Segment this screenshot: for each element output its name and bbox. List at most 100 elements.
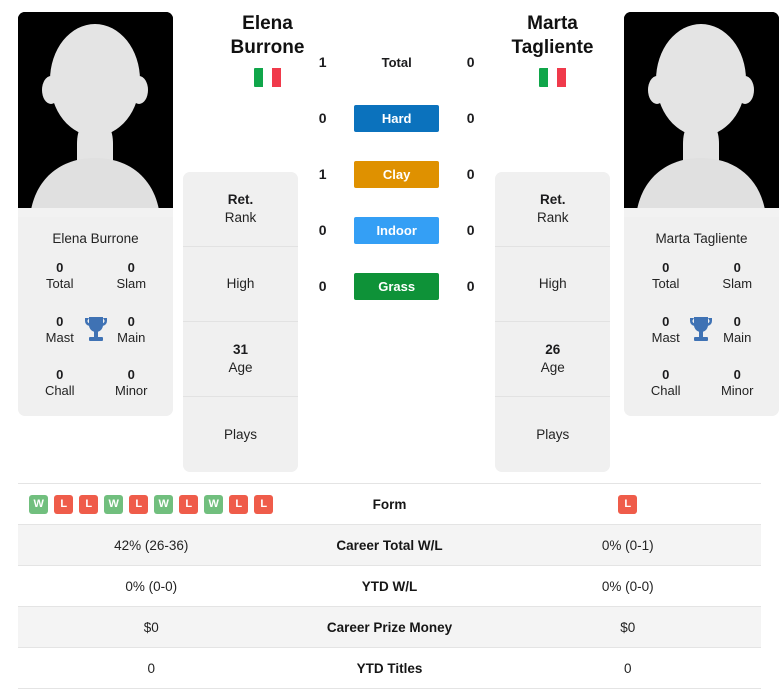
info-high-right: High [495,247,611,322]
form-badges-left: WLLWLWLWLL [18,494,285,514]
avatar-left [18,12,173,217]
info-rank-right: Ret. Rank [495,172,611,247]
player-profile-left[interactable]: Elena Burrone 0 Total 0 Slam 0 Mast 0 Ma… [18,12,173,416]
info-age-value: 31 [232,342,249,358]
h2h-total-left-score: 1 [318,54,327,70]
table-row-form: WLLWLWLWLL Form L [18,484,761,525]
table-row-ytd-titles: 0 YTD Titles 0 [18,648,761,689]
titles-total-value: 0 [56,260,64,275]
info-rank-label: Rank [224,210,257,225]
form-badge-loss[interactable]: L [229,494,249,514]
titles-total-label: Total [651,276,680,292]
prize-money-right: $0 [620,619,636,635]
info-plays-left: Plays [183,397,298,472]
avatar-right [623,12,779,217]
form-badge-win[interactable]: W [104,494,124,514]
form-badge-loss[interactable]: L [618,494,638,514]
prize-money-left: $0 [143,619,159,635]
stat-label-ytd-titles: YTD Titles [356,660,423,676]
form-cell-left: WLLWLWLWLL [18,494,285,514]
head-to-head-column: 1 Total 0 0 Hard 0 1 Clay 0 0 Indoor 0 0 [312,12,482,314]
form-badge-loss[interactable]: L [54,494,74,514]
player-titles-card-left: Elena Burrone 0 Total 0 Slam 0 Mast 0 Ma… [18,217,173,416]
surface-badge-clay[interactable]: Clay [354,160,440,188]
titles-minor-label: Minor [720,383,754,399]
info-rank-left: Ret. Rank [183,172,298,247]
titles-chall-right: 0 Chall [630,367,702,400]
stat-label-form: Form [372,496,407,512]
comparison-stats-table: WLLWLWLWLL Form L 42% (26-36) Career Tot… [18,483,761,689]
h2h-grass-right-score: 0 [466,278,475,294]
h2h-indoor-right-score: 0 [466,222,475,238]
h2h-total-label: Total [381,54,412,70]
ytd-titles-left: 0 [147,660,155,676]
h2h-hard-right-score: 0 [466,110,475,126]
h2h-clay-right-score: 0 [466,166,475,182]
career-wl-left: 42% (26-36) [114,537,189,553]
h2h-row-clay: 1 Clay 0 [312,146,482,202]
info-high-label: High [538,276,567,292]
titles-grid-right: 0 Total 0 Slam 0 Mast 0 Main 0 Chall 0 M… [630,260,773,400]
info-plays-label: Plays [536,426,570,442]
surface-badge-grass[interactable]: Grass [354,272,440,300]
h2h-indoor-left-score: 0 [318,222,327,238]
table-row-ytd-wl: 0% (0-0) YTD W/L 0% (0-0) [18,566,761,607]
form-badge-loss[interactable]: L [179,494,199,514]
h2h-row-hard: 0 Hard 0 [312,90,482,146]
player-titles-card-right: Marta Tagliente 0 Total 0 Slam 0 Mast 0 … [623,217,779,416]
h2h-hard-left-score: 0 [318,110,327,126]
stat-label-ytd-wl: YTD W/L [361,578,418,594]
player-profile-right[interactable]: Marta Tagliente 0 Total 0 Slam 0 Mast 0 … [623,12,779,416]
info-age-value: 26 [545,342,561,358]
titles-slam-right: 0 Slam [701,260,773,293]
ytd-wl-right: 0% (0-0) [601,578,654,594]
form-cell-right: L [495,494,762,514]
trophy-icon [690,316,713,341]
titles-slam-value: 0 [127,260,135,275]
form-badge-win[interactable]: W [154,494,174,514]
form-badge-win[interactable]: W [29,494,49,514]
info-high-label: High [226,276,255,292]
info-age-label: Age [228,360,253,375]
titles-chall-value: 0 [662,367,670,382]
titles-minor-left: 0 Minor [96,367,168,400]
info-plays-right: Plays [495,397,610,472]
titles-total-left: 0 Total [24,260,96,293]
info-age-label: Age [540,360,565,375]
surface-badge-hard[interactable]: Hard [354,104,440,132]
titles-slam-label: Slam [116,276,147,292]
stat-label-career-wl: Career Total W/L [336,537,443,553]
player-info-card-left: Ret. Rank High 31 Age Plays [183,172,298,472]
titles-total-label: Total [46,276,74,292]
titles-slam-left: 0 Slam [96,260,168,293]
h2h-row-total: 1 Total 0 [312,34,482,90]
table-row-prize-money: $0 Career Prize Money $0 [18,607,761,648]
h2h-clay-left-score: 1 [318,166,327,182]
table-row-career-wl: 42% (26-36) Career Total W/L 0% (0-1) [18,525,761,566]
titles-total-value: 0 [662,260,670,275]
titles-minor-value: 0 [127,367,135,382]
info-age-left: 31 Age [183,322,298,397]
player-name-left: Elena Burrone [52,231,139,246]
titles-minor-label: Minor [114,383,148,399]
titles-slam-value: 0 [733,260,741,275]
form-badge-win[interactable]: W [204,494,224,514]
form-badge-loss[interactable]: L [79,494,99,514]
person-silhouette-icon [623,12,779,217]
h2h-row-grass: 0 Grass 0 [312,258,482,314]
info-rank-value: Ret. [540,192,566,208]
titles-minor-value: 0 [733,367,741,382]
info-rank-label: Rank [537,210,569,225]
info-plays-label: Plays [223,426,257,442]
surface-badge-indoor[interactable]: Indoor [354,216,440,244]
trophy-icon [84,316,107,341]
titles-chall-label: Chall [650,383,681,399]
stat-label-prize-money: Career Prize Money [326,619,453,635]
person-silhouette-icon [18,12,173,217]
titles-slam-label: Slam [722,276,753,292]
form-badge-loss[interactable]: L [254,494,274,514]
player-info-card-right: Ret. Rank High 26 Age Plays [495,172,611,472]
comparison-header: Elena Burrone 0 Total 0 Slam 0 Mast 0 Ma… [0,0,779,472]
form-badge-loss[interactable]: L [129,494,149,514]
ytd-titles-right: 0 [623,660,632,676]
